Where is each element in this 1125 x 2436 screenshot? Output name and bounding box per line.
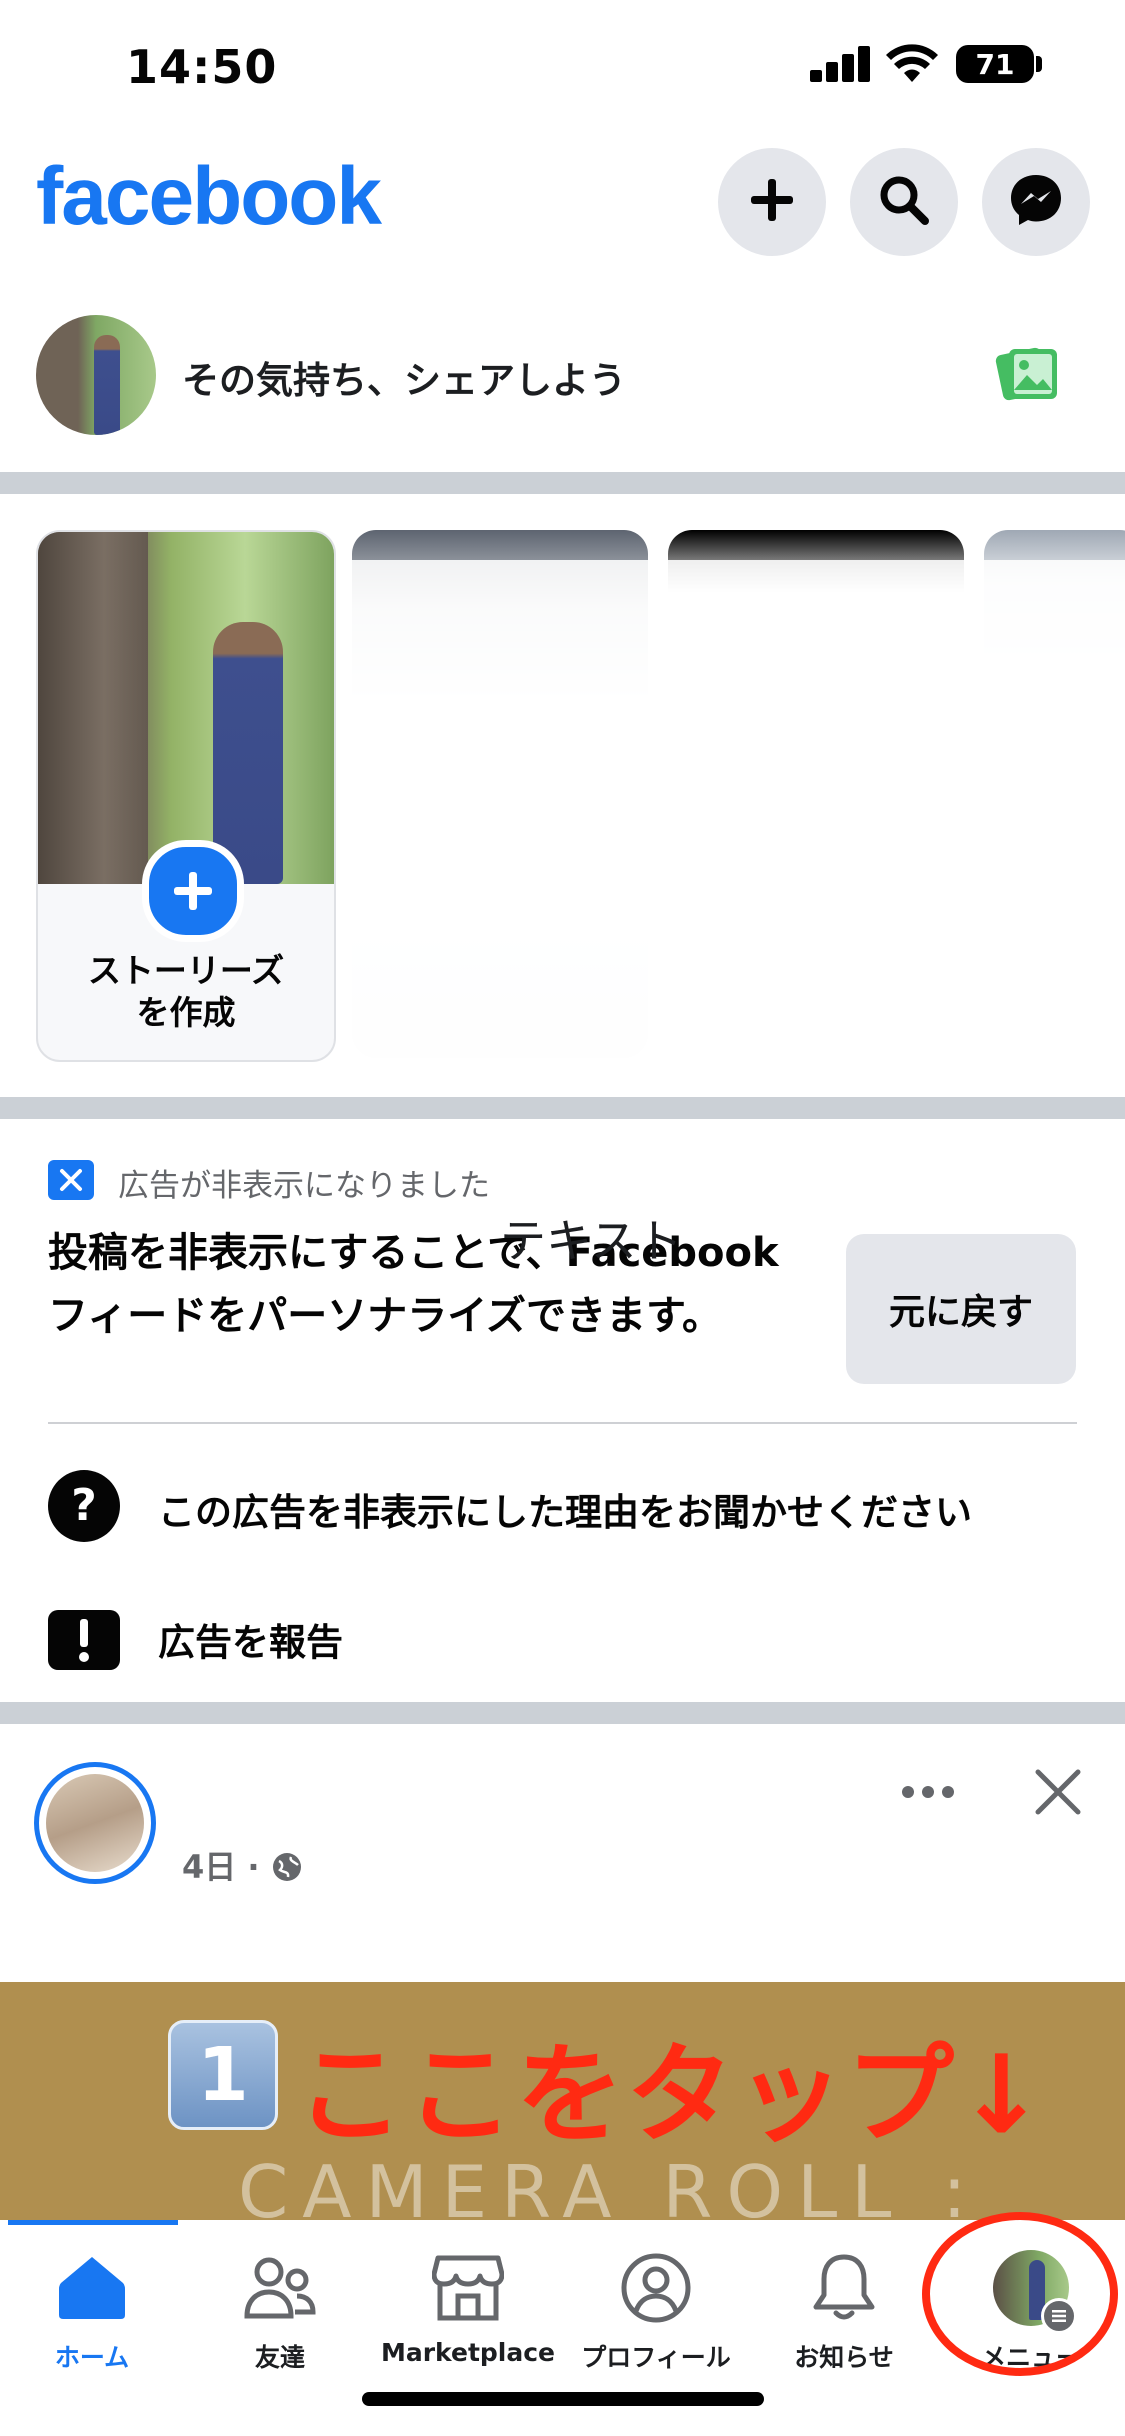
tutorial-banner: 1 ここをタップ↓ CAMERA ROLL :: [0, 1982, 1125, 2220]
create-button[interactable]: [718, 148, 826, 256]
wifi-icon: [884, 44, 940, 88]
nav-friends-label: 友達: [254, 2343, 305, 2372]
friends-icon: [242, 2250, 318, 2326]
report-ad-label: 広告を報告: [158, 1621, 343, 1664]
hide-post-close-icon[interactable]: [1034, 1768, 1082, 1820]
messenger-button[interactable]: [982, 148, 1090, 256]
globe-icon: [271, 1848, 303, 1886]
composer-input[interactable]: その気持ち、シェアしよう: [182, 350, 626, 404]
post-avatar[interactable]: [46, 1774, 144, 1872]
create-story-card[interactable]: ストーリーズ を作成: [36, 530, 336, 1062]
post-meta-text: 4日 ·: [182, 1848, 260, 1886]
svg-text:?: ?: [71, 1480, 97, 1531]
ad-hidden-description: 投稿を非表示にすることで、Facebook フィードをパーソナライズできます。: [48, 1230, 779, 1339]
home-icon: [54, 2250, 130, 2326]
bell-icon: [806, 2250, 882, 2326]
nav-marketplace-label: Marketplace: [380, 2338, 556, 2367]
nav-profile[interactable]: プロフィール: [562, 2220, 750, 2390]
divider: [48, 1422, 1077, 1424]
story-photo: [38, 532, 334, 884]
section-divider: [0, 1702, 1125, 1724]
battery-indicator: 71: [956, 45, 1034, 83]
exclamation-icon: [48, 1604, 120, 1676]
step-number-badge: 1: [168, 2020, 278, 2130]
search-icon: [876, 172, 932, 232]
search-button[interactable]: [850, 148, 958, 256]
more-options-icon[interactable]: [900, 1780, 956, 1804]
nav-marketplace[interactable]: Marketplace: [374, 2220, 562, 2390]
composer-avatar[interactable]: [36, 315, 156, 435]
create-story-label-line1: ストーリーズ: [87, 951, 285, 990]
create-story-label-line2: を作成: [136, 993, 236, 1032]
question-icon: ?: [48, 1470, 120, 1542]
post-timestamp: 4日 ·: [182, 1842, 303, 1888]
overlay-text: テキスト: [500, 1214, 683, 1268]
cellular-signal-icon: [810, 46, 870, 82]
photo-icon[interactable]: [995, 343, 1061, 409]
create-story-label: ストーリーズ を作成: [38, 950, 334, 1034]
section-divider: [0, 1097, 1125, 1119]
add-story-icon: [142, 840, 244, 942]
plus-icon: [747, 175, 797, 229]
nav-notifications[interactable]: お知らせ: [750, 2220, 938, 2390]
nav-profile-label: プロフィール: [581, 2343, 731, 2372]
nav-home[interactable]: ホーム: [0, 2220, 186, 2390]
nav-notifications-label: お知らせ: [794, 2343, 894, 2372]
marketplace-icon: [430, 2250, 506, 2326]
facebook-logo[interactable]: facebook: [36, 150, 382, 244]
tap-annotation-circle: [922, 2212, 1118, 2376]
ad-reason-option[interactable]: ? この広告を非表示にした理由をお聞かせください: [0, 1452, 1125, 1560]
nav-friends[interactable]: 友達: [186, 2220, 374, 2390]
battery-tip: [1036, 56, 1042, 72]
ad-reason-label: この広告を非表示にした理由をお聞かせください: [158, 1491, 972, 1534]
home-indicator: [362, 2392, 764, 2406]
report-ad-option[interactable]: 広告を報告: [0, 1590, 1125, 1690]
close-icon: [48, 1160, 94, 1200]
nav-home-label: ホーム: [54, 2343, 130, 2372]
status-time: 14:50: [126, 40, 278, 94]
tutorial-subtext: CAMERA ROLL :: [238, 2150, 981, 2220]
blurred-stories-overlay: [352, 560, 1125, 1060]
undo-button[interactable]: 元に戻す: [846, 1234, 1076, 1384]
section-divider: [0, 472, 1125, 494]
profile-icon: [618, 2250, 694, 2326]
messenger-icon: [1007, 171, 1065, 233]
tutorial-instruction: ここをタップ↓: [296, 2033, 1049, 2158]
battery-level: 71: [975, 47, 1015, 81]
ad-hidden-status: 広告が非表示になりました: [118, 1168, 490, 1204]
